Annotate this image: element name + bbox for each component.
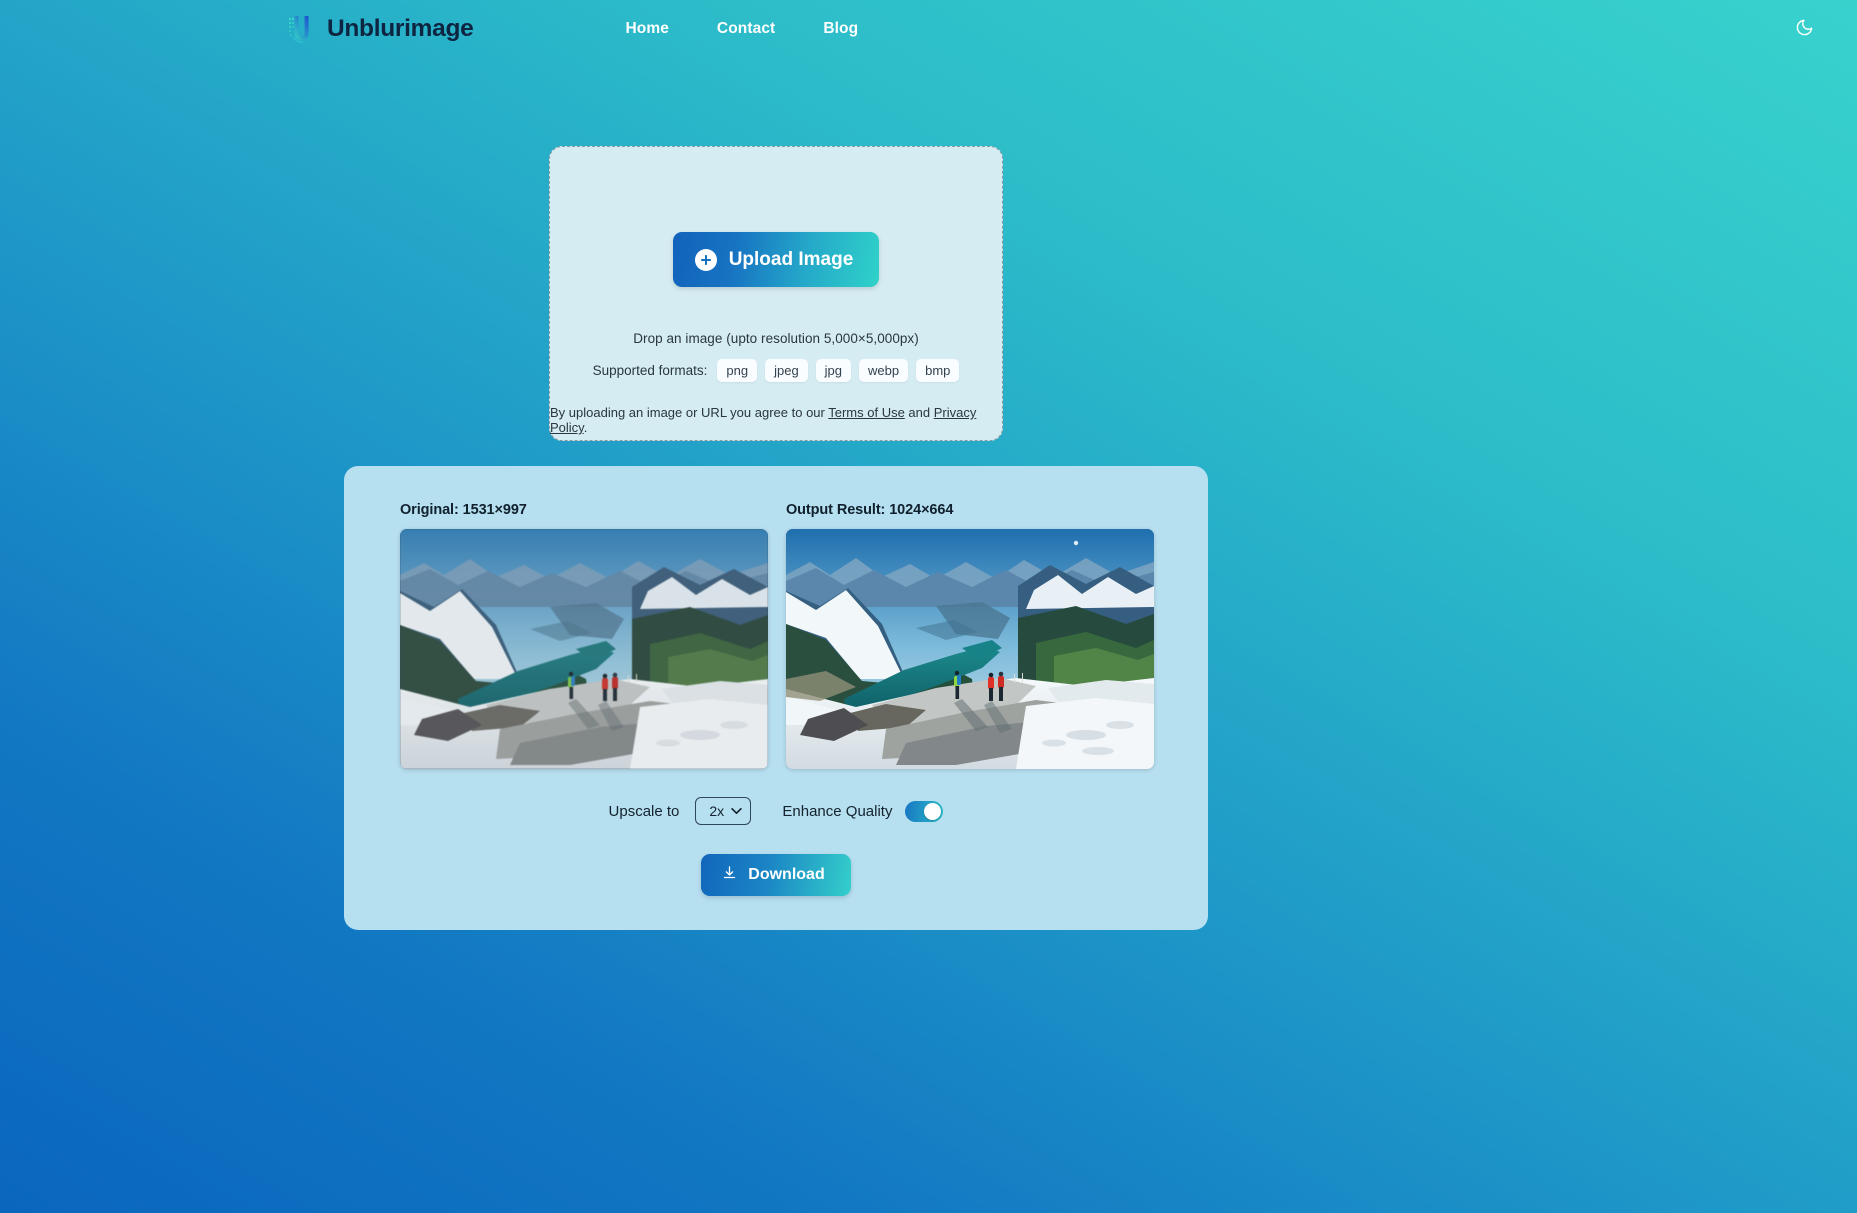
moon-icon (1795, 18, 1814, 40)
nav-item-home[interactable]: Home (625, 20, 668, 38)
original-image[interactable] (400, 529, 768, 769)
results-panel: Original: 1531×997 Output Result: 1024×6… (344, 466, 1208, 930)
plus-circle-icon (694, 248, 717, 271)
upload-image-button-label: Upload Image (728, 248, 854, 270)
supported-formats-label: Supported formats: (592, 363, 708, 378)
drop-hint-text: Drop an image (upto resolution 5,000×5,0… (633, 331, 919, 346)
upscale-select-wrap: 2x 4x 8x (695, 797, 752, 825)
original-title: Original: 1531×997 (400, 502, 527, 518)
original-panel: Original: 1531×997 (400, 502, 768, 769)
terms-suffix: . (583, 420, 588, 435)
upscale-label: Upscale to (608, 802, 680, 820)
download-arrow-icon (722, 865, 737, 885)
theme-toggle-button[interactable] (1789, 14, 1819, 44)
brand-logo[interactable]: Unblurimage (285, 13, 474, 46)
toggle-knob (924, 802, 942, 820)
brand-name: Unblurimage (327, 15, 474, 42)
output-controls: Upscale to 2x 4x 8x Enhance Quality (344, 797, 1208, 825)
main-nav: Home Contact Blog (625, 20, 858, 38)
site-header: Unblurimage Home Contact Blog (0, 0, 1857, 58)
enhance-quality-toggle[interactable] (905, 800, 944, 822)
format-chip-webp: webp (859, 359, 909, 382)
download-row: Download (344, 854, 1208, 896)
nav-item-contact[interactable]: Contact (717, 20, 775, 38)
terms-middle: and (904, 405, 934, 420)
output-image[interactable] (786, 529, 1154, 769)
enhance-quality-label: Enhance Quality (782, 802, 893, 820)
output-title: Output Result: 1024×664 (786, 502, 954, 518)
format-chip-png: png (717, 359, 758, 382)
terms-of-use-link[interactable]: Terms of Use (828, 405, 905, 420)
upload-image-button[interactable]: Upload Image (672, 232, 880, 287)
output-panel: Output Result: 1024×664 (786, 502, 1154, 769)
download-button[interactable]: Download (701, 854, 851, 896)
terms-prefix: By uploading an image or URL you agree t… (550, 405, 829, 420)
nav-item-blog[interactable]: Blog (823, 20, 858, 38)
image-compare-row: Original: 1531×997 Output Result: 1024×6… (344, 466, 1208, 769)
upload-dropzone[interactable]: Upload Image Drop an image (upto resolut… (549, 146, 1003, 441)
format-chip-bmp: bmp (916, 359, 960, 382)
unblurimage-u-logo-icon (285, 13, 318, 46)
supported-formats-row: Supported formats: png jpeg jpg webp bmp (593, 359, 960, 382)
download-button-label: Download (748, 866, 825, 883)
format-chip-jpeg: jpeg (765, 359, 808, 382)
format-chip-jpg: jpg (815, 359, 852, 382)
terms-notice: By uploading an image or URL you agree t… (550, 405, 1002, 435)
upscale-select[interactable]: 2x 4x 8x (695, 797, 752, 825)
